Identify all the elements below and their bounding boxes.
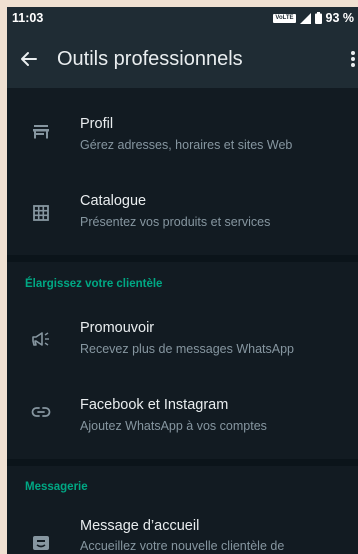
catalog-grid-icon	[31, 203, 51, 223]
item-subtitle: Ajoutez WhatsApp à vos comptes	[80, 419, 267, 433]
list-item-profil[interactable]: Profil Gérez adresses, horaires et sites…	[7, 107, 358, 167]
section-divider	[7, 255, 358, 262]
app-screen: 11:03 VoLTE 93 % Outils professionnels P…	[7, 7, 358, 554]
item-title: Catalogue	[80, 193, 147, 209]
page-title: Outils professionnels	[57, 48, 243, 70]
back-button[interactable]	[17, 47, 41, 71]
status-indicators: VoLTE 93 %	[273, 11, 354, 25]
arrow-back-icon	[21, 52, 37, 66]
list-item-promouvoir[interactable]: Promouvoir Recevez plus de messages What…	[7, 309, 358, 369]
more-options-button[interactable]	[348, 47, 358, 71]
signal-icon	[299, 12, 311, 24]
list-item-facebook-instagram[interactable]: Facebook et Instagram Ajoutez WhatsApp à…	[7, 387, 358, 447]
item-subtitle: Accueillez votre nouvelle clientèle de	[80, 539, 285, 553]
battery-level: 93 %	[325, 11, 355, 25]
item-title: Message d’accueil	[80, 518, 200, 534]
item-title: Promouvoir	[80, 320, 155, 336]
list-item-catalogue[interactable]: Catalogue Présentez vos produits et serv…	[7, 184, 358, 244]
app-bar: 11:03 VoLTE 93 % Outils professionnels	[7, 7, 358, 88]
welcome-message-icon	[31, 534, 51, 554]
megaphone-icon	[31, 329, 51, 349]
list-item-message-accueil[interactable]: Message d’accueil Accueillez votre nouve…	[7, 508, 358, 554]
storefront-icon	[31, 122, 51, 142]
item-title: Facebook et Instagram	[80, 397, 229, 413]
status-time: 11:03	[12, 11, 44, 25]
item-subtitle: Présentez vos produits et services	[80, 215, 271, 229]
toolbar: Outils professionnels	[7, 31, 358, 88]
more-vert-icon	[351, 51, 355, 67]
section-header-messagerie: Messagerie	[25, 481, 88, 493]
volte-badge: VoLTE	[273, 13, 296, 23]
item-subtitle: Gérez adresses, horaires et sites Web	[80, 138, 293, 152]
item-title: Profil	[80, 116, 114, 132]
item-subtitle: Recevez plus de messages WhatsApp	[80, 342, 294, 356]
link-icon	[31, 402, 51, 422]
status-bar: 11:03 VoLTE 93 %	[7, 7, 358, 31]
section-divider	[7, 459, 358, 466]
battery-icon	[314, 12, 322, 24]
section-header-clientele: Élargissez votre clientèle	[25, 278, 163, 290]
